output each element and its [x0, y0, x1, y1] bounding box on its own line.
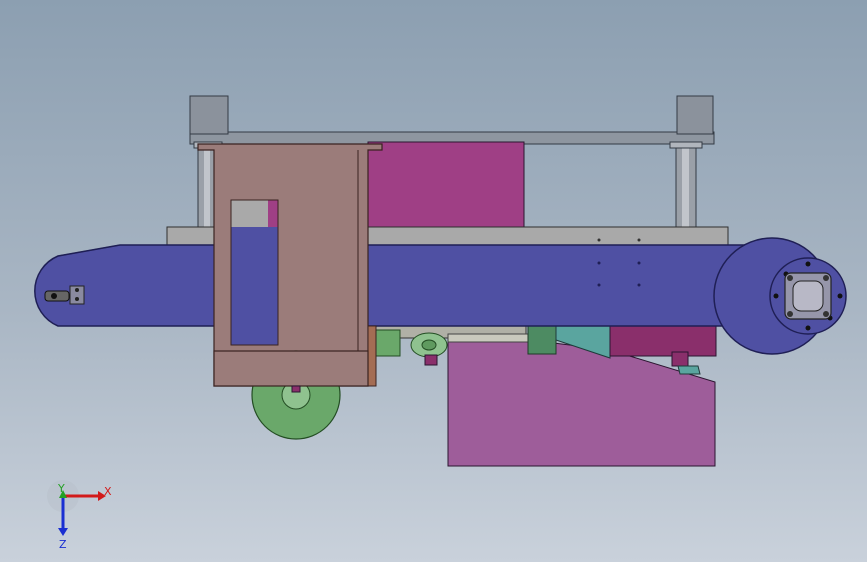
wheel-bolt: [291, 385, 301, 393]
drum-bolt: [837, 293, 843, 299]
bearing-bolt: [787, 275, 793, 281]
coupling: [527, 325, 557, 355]
motor-foot: [671, 351, 689, 367]
bar-hole: [597, 238, 601, 242]
cad-viewport[interactable]: X Y Z: [0, 0, 867, 562]
drum-bolt: [773, 293, 779, 299]
tensioner-head: [51, 293, 57, 299]
bearing-bolt: [823, 275, 829, 281]
x-axis-label: X: [104, 485, 112, 498]
bearing-core: [792, 280, 824, 312]
belt-hole: [637, 261, 641, 265]
bar-hole: [637, 238, 641, 242]
bracket-side-strip: [367, 325, 377, 387]
post-flange-right: [669, 141, 703, 149]
post-left-inner: [204, 144, 210, 228]
tensioner-bolt: [75, 297, 79, 301]
belt-hole: [597, 261, 601, 265]
under-gear-housing: [375, 329, 401, 357]
conveyor-belt: [34, 244, 755, 327]
teal-clip: [677, 365, 701, 375]
motor-body: [609, 325, 717, 357]
z-axis-label: Z: [59, 538, 67, 550]
bracket-window-magenta: [268, 200, 278, 227]
shaft: [447, 333, 529, 343]
wheel-cover: [213, 350, 369, 387]
side-bracket: [197, 143, 383, 387]
drum-bolt: [805, 325, 811, 331]
y-axis-label: Y: [57, 482, 65, 495]
top-block-left: [189, 95, 229, 135]
belt-hole: [597, 283, 601, 287]
belt-hole: [637, 283, 641, 287]
drum-bolt: [805, 261, 811, 267]
z-axis-arrow: [58, 528, 68, 536]
magenta-panel: [367, 141, 525, 229]
bearing-bolt: [787, 311, 793, 317]
view-triad[interactable]: X Y Z: [40, 480, 120, 550]
tensioner-bolt: [75, 288, 79, 292]
conveyor-assembly-model[interactable]: [0, 0, 867, 562]
post-right-inner: [682, 144, 689, 228]
bearing-bolt: [823, 311, 829, 317]
pulley-left-hub: [421, 339, 437, 351]
top-block-right: [676, 95, 714, 135]
pulley-bolt: [424, 354, 438, 366]
